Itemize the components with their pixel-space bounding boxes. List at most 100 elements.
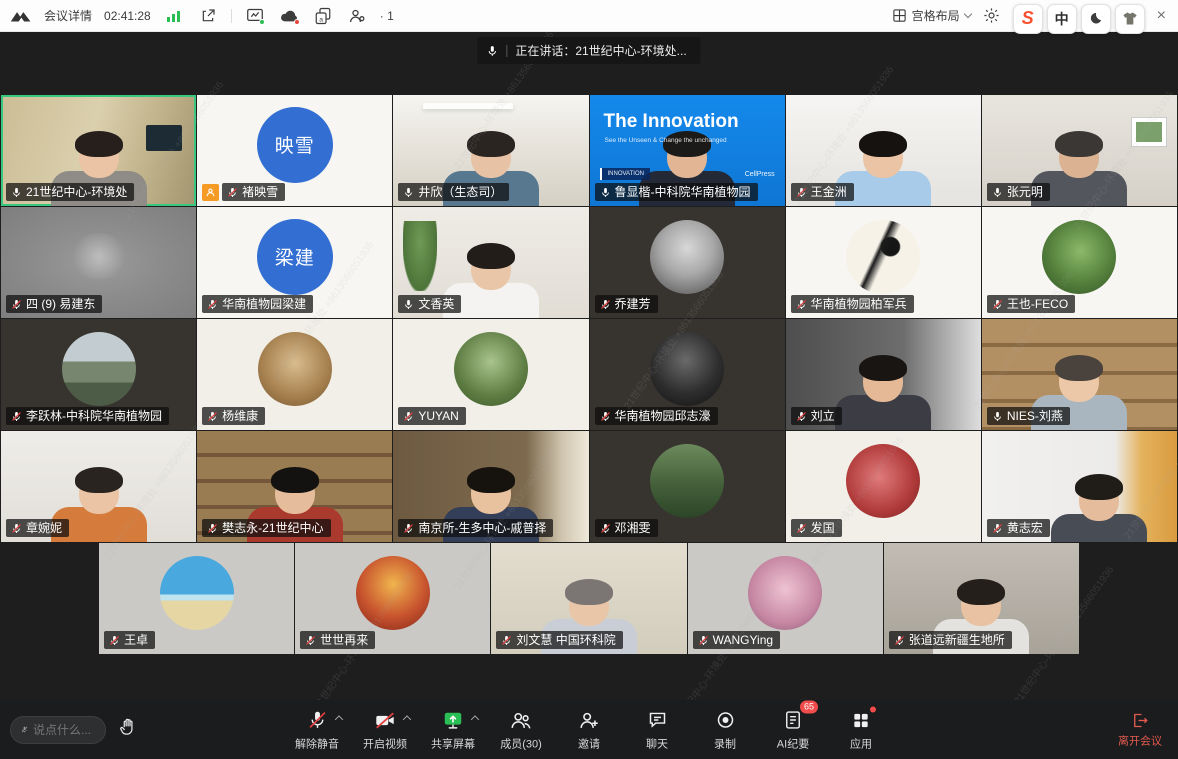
participant-tile-9[interactable]: 文香英 xyxy=(393,207,588,318)
avatar-photo xyxy=(258,332,332,406)
participant-tile-5[interactable]: 王金洲 xyxy=(786,95,981,206)
quick-chat-input-wrap[interactable] xyxy=(10,716,106,744)
host-badge xyxy=(202,184,219,201)
skin-button[interactable] xyxy=(1115,4,1145,34)
participant-name: 褚映雪 xyxy=(242,185,278,199)
participant-tile-18[interactable]: NIES-刘燕 xyxy=(982,319,1177,430)
quick-chat-input[interactable] xyxy=(33,723,95,737)
participant-name: 张道远新疆生地所 xyxy=(909,633,1005,647)
toolbar-ai-notes-button[interactable]: 65AI纪要 xyxy=(770,708,816,751)
docs-icon[interactable] xyxy=(244,5,266,27)
participant-name: YUYAN xyxy=(418,409,458,423)
participant-tile-19[interactable]: 章婉妮 xyxy=(1,431,196,542)
chevron-up-icon[interactable] xyxy=(471,715,479,723)
toolbar-chat-button[interactable]: 聊天 xyxy=(634,708,680,751)
participant-tile-22[interactable]: 邓湘雯 xyxy=(590,431,785,542)
participant-tile-3[interactable]: 井欣（生态司） xyxy=(393,95,588,206)
nameplate: 井欣（生态司） xyxy=(398,183,509,201)
participant-tile-14[interactable]: 杨维康 xyxy=(197,319,392,430)
avatar-photo xyxy=(748,556,822,630)
participant-name: 乔建芳 xyxy=(615,297,651,311)
mic-muted-icon xyxy=(796,411,807,422)
toolbar-share-button[interactable]: 共享屏幕 xyxy=(430,708,476,751)
mic-muted-icon xyxy=(992,523,1003,534)
network-signal-icon[interactable] xyxy=(163,5,185,27)
participant-tile-11[interactable]: 华南植物园柏军兵 xyxy=(786,207,981,318)
nameplate: 樊志永-21世纪中心 xyxy=(202,519,330,537)
members-icon xyxy=(509,708,533,732)
toolbar-members-button[interactable]: 成员(30) xyxy=(498,708,544,751)
svg-text:a: a xyxy=(319,16,323,23)
meeting-details-link[interactable]: 会议详情 xyxy=(44,7,92,24)
toolbar-item-label: 解除静音 xyxy=(295,735,339,751)
leave-meeting-button[interactable]: 离开会议 xyxy=(1118,711,1162,748)
nameplate: 鲁显楷-中科院华南植物园 xyxy=(595,183,758,201)
participant-tile-23[interactable]: 发国 xyxy=(786,431,981,542)
apps-icon xyxy=(849,708,873,732)
dark-mode-button[interactable] xyxy=(1081,4,1111,34)
sogou-input-button[interactable]: S xyxy=(1013,4,1043,34)
nameplate: 文香英 xyxy=(398,295,461,313)
mic-muted-icon xyxy=(207,523,218,534)
participant-tile-28[interactable]: WANGYing xyxy=(688,543,883,654)
ime-language-button[interactable]: 中 xyxy=(1047,4,1077,34)
settings-gear-icon[interactable] xyxy=(981,5,1003,27)
toolbar-item-label: 聊天 xyxy=(646,735,668,751)
chevron-up-icon[interactable] xyxy=(403,715,411,723)
pop-out-icon[interactable] xyxy=(197,5,219,27)
video-stage: 正在讲话：21世纪中心-环境处... 21世纪中心-环境处 映雪褚映雪井欣（生态司… xyxy=(0,32,1178,700)
chevron-up-icon[interactable] xyxy=(335,715,343,723)
participant-tile-26[interactable]: 世世再来 xyxy=(295,543,490,654)
participant-tile-20[interactable]: 樊志永-21世纪中心 xyxy=(197,431,392,542)
participant-tile-25[interactable]: 王卓 xyxy=(99,543,294,654)
raise-hand-button[interactable] xyxy=(118,717,138,742)
mic-muted-icon xyxy=(403,523,414,534)
captions-icon[interactable]: a xyxy=(312,5,334,27)
cloud-record-icon[interactable] xyxy=(278,5,300,27)
toolbar-record-button[interactable]: 录制 xyxy=(702,708,748,751)
toolbar-apps-button[interactable]: 应用 xyxy=(838,708,884,751)
participant-name: 王也-FECO xyxy=(1007,297,1068,311)
participant-name: 王金洲 xyxy=(811,185,847,199)
layout-selector[interactable]: 宫格布局 xyxy=(892,7,971,24)
ime-toolbar: S 中 xyxy=(1013,4,1145,34)
participant-tile-29[interactable]: 张道远新疆生地所 xyxy=(884,543,1079,654)
participant-name: 21世纪中心-环境处 xyxy=(26,185,127,199)
toolbar-camera-button[interactable]: 开启视频 xyxy=(362,708,408,751)
toolbar-item-label: AI纪要 xyxy=(777,735,809,751)
participant-tile-6[interactable]: 张元明 xyxy=(982,95,1177,206)
nameplate: 王卓 xyxy=(104,631,155,649)
participant-tile-24[interactable]: 黄志宏 xyxy=(982,431,1177,542)
audio-member-icon[interactable] xyxy=(346,5,368,27)
participant-tile-8[interactable]: 梁建华南植物园梁建 xyxy=(197,207,392,318)
nameplate: 张元明 xyxy=(987,183,1050,201)
participant-tile-4[interactable]: The InnovationSee the Unseen & Change th… xyxy=(590,95,785,206)
participant-grid: 21世纪中心-环境处 映雪褚映雪井欣（生态司） The InnovationSee … xyxy=(1,95,1177,654)
nameplate: 邓湘雯 xyxy=(595,519,658,537)
participant-tile-10[interactable]: 乔建芳 xyxy=(590,207,785,318)
participant-tile-2[interactable]: 映雪褚映雪 xyxy=(197,95,392,206)
participant-tile-13[interactable]: 李跃林-中科院华南植物园 xyxy=(1,319,196,430)
status-dot-red xyxy=(294,19,300,25)
close-window-button[interactable]: × xyxy=(1155,8,1168,24)
participant-tile-16[interactable]: 华南植物园邱志濠 xyxy=(590,319,785,430)
participant-name: 邓湘雯 xyxy=(615,521,651,535)
participant-tile-21[interactable]: 南京所-生多中心-戚普择 xyxy=(393,431,588,542)
speaking-text: 正在讲话：21世纪中心-环境处... xyxy=(515,42,686,59)
participant-tile-12[interactable]: 王也-FECO xyxy=(982,207,1177,318)
nameplate: 黄志宏 xyxy=(987,519,1050,537)
participant-tile-1[interactable]: 21世纪中心-环境处 xyxy=(1,95,196,206)
participant-name: 发国 xyxy=(811,521,835,535)
chevron-down-icon xyxy=(963,10,971,18)
participant-tile-7[interactable]: 四 (9) 易建东 xyxy=(1,207,196,318)
slide-brand-left: INNOVATION xyxy=(600,168,650,180)
toolbar-unmute-button[interactable]: 解除静音 xyxy=(294,708,340,751)
participant-tile-27[interactable]: 刘文慧 中国环科院 xyxy=(491,543,686,654)
participant-name: NIES-刘燕 xyxy=(1007,409,1063,423)
participant-tile-17[interactable]: 刘立 xyxy=(786,319,981,430)
participant-tile-15[interactable]: YUYAN xyxy=(393,319,588,430)
nameplate: WANGYing xyxy=(693,631,780,649)
toolbar-invite-button[interactable]: 邀请 xyxy=(566,708,612,751)
nameplate: 王金洲 xyxy=(791,183,854,201)
avatar-photo xyxy=(454,332,528,406)
